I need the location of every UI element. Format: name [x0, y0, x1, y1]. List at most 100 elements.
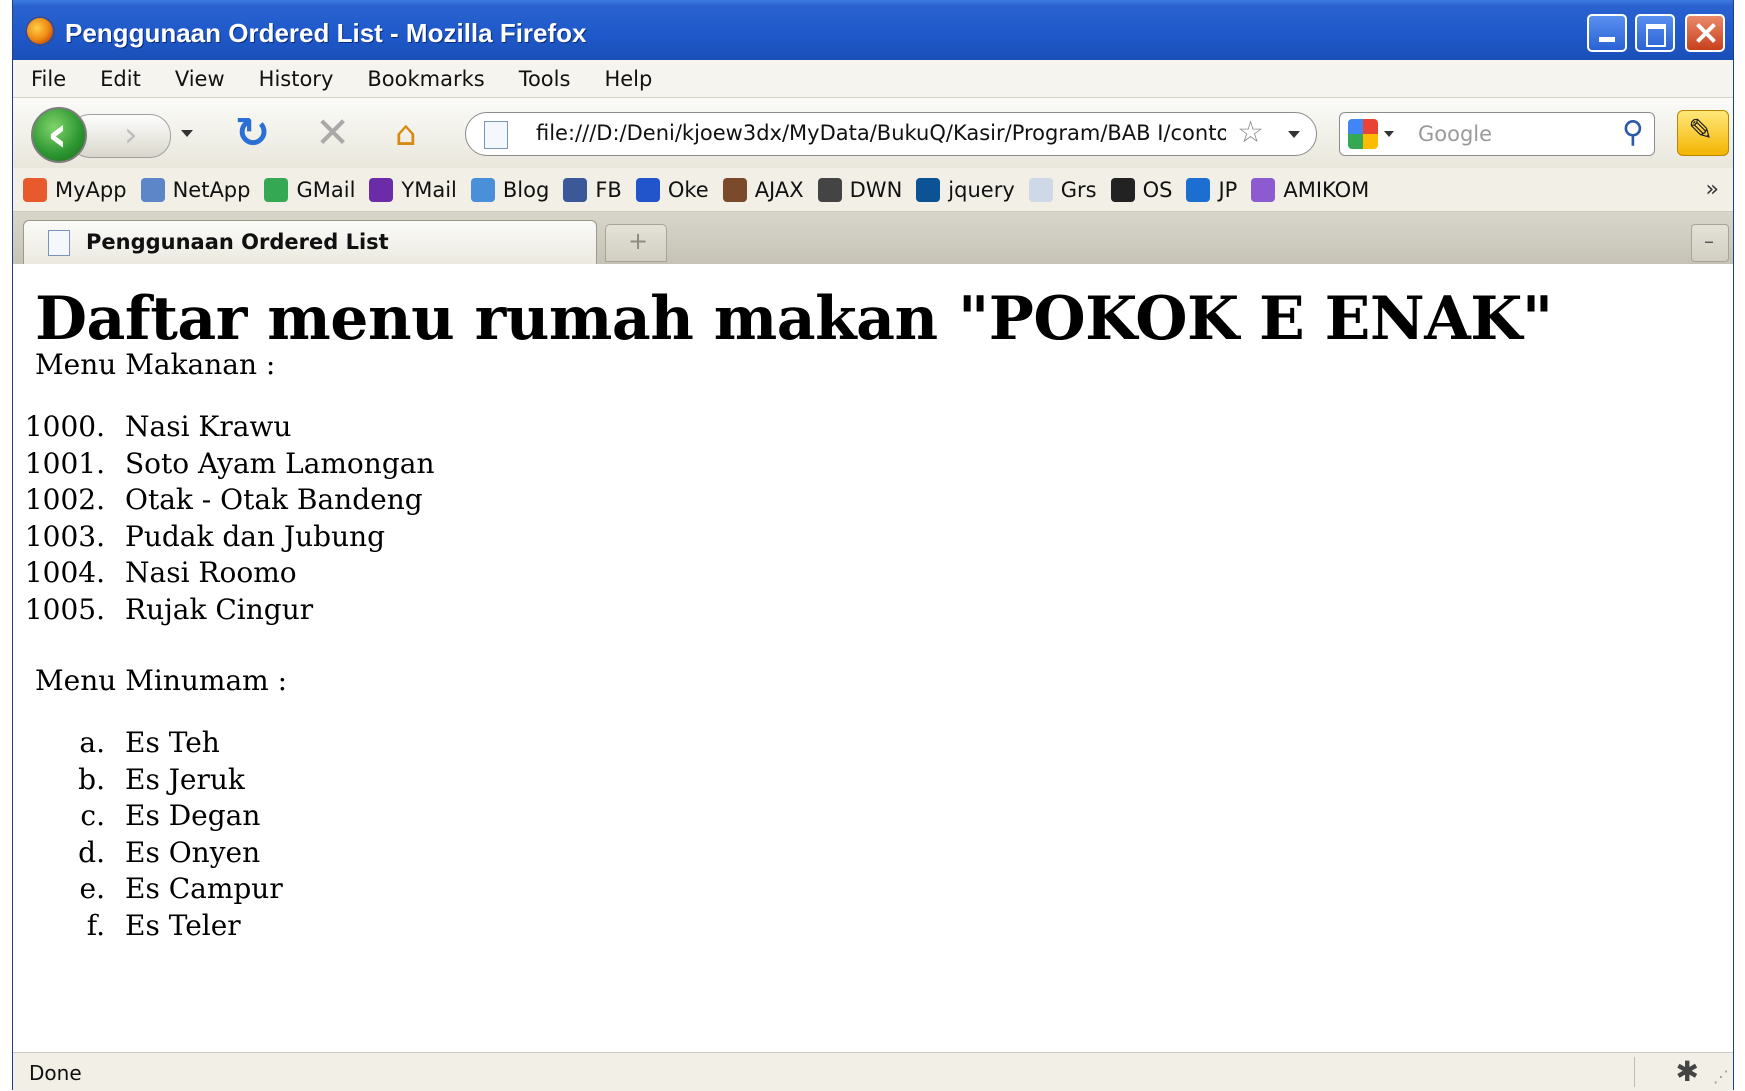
bookmark-ajax[interactable]: AJAX [722, 177, 804, 202]
bookmark-star-icon[interactable]: ☆ [1237, 115, 1264, 150]
minimize-button[interactable] [1587, 14, 1627, 52]
list-marker: 1002. [24, 483, 105, 516]
tab-bar: Penggunaan Ordered List [13, 212, 1733, 265]
menu-history[interactable]: History [259, 67, 334, 91]
jquery-icon [916, 177, 941, 202]
grs-icon [1028, 177, 1053, 202]
bookmark-fb[interactable]: FB [563, 177, 622, 202]
bookmark-netapp[interactable]: NetApp [140, 177, 251, 202]
google-icon[interactable] [1348, 119, 1378, 149]
browser-window: Penggunaan Ordered List - Mozilla Firefo… [12, 0, 1734, 1091]
list-item-text: Es Jeruk [125, 762, 245, 796]
ajax-icon [722, 177, 747, 202]
list-marker: b. [78, 762, 105, 796]
reload-icon[interactable]: ↻ [235, 108, 270, 157]
os-icon [1110, 177, 1135, 202]
search-engine-dropdown-icon[interactable] [1384, 131, 1394, 137]
bookmark-label: AJAX [754, 177, 804, 202]
gmail-icon [264, 177, 289, 202]
page-content: Daftar menu rumah makan "POKOK E ENAK" M… [13, 264, 1733, 1052]
tab-page-icon [48, 230, 70, 256]
list-marker: d. [78, 835, 105, 869]
bookmark-dwn[interactable]: DWN [817, 177, 903, 202]
fb-icon [563, 177, 588, 202]
menu-file[interactable]: File [31, 67, 66, 91]
new-tab-button[interactable] [605, 224, 667, 262]
bookmark-oke[interactable]: Oke [635, 177, 709, 202]
list-marker: 1000. [24, 410, 105, 443]
bookmark-label: jquery [948, 177, 1015, 202]
status-text: Done [29, 1061, 82, 1085]
search-placeholder[interactable]: Google [1418, 122, 1492, 146]
address-bar[interactable]: file:///D:/Deni/kjoew3dx/MyData/BukuQ/Ka… [465, 112, 1317, 156]
list-marker: 1005. [24, 592, 105, 626]
bookmark-amikom[interactable]: AMIKOM [1251, 177, 1369, 202]
bookmark-label: JP [1218, 177, 1238, 202]
firebug-icon[interactable]: ✱ [1676, 1055, 1699, 1088]
bookmark-label: MyApp [55, 177, 127, 202]
list-marker: 1003. [24, 519, 105, 553]
list-marker: 1004. [24, 556, 105, 589]
url-dropdown-icon[interactable] [1288, 131, 1300, 138]
oke-icon [635, 177, 660, 202]
jp-icon [1186, 177, 1211, 202]
firefox-icon [25, 16, 55, 46]
food-menu-label: Menu Makanan : [35, 348, 276, 381]
list-marker: e. [79, 872, 105, 905]
list-marker: a. [79, 726, 105, 759]
menu-tools[interactable]: Tools [519, 67, 571, 91]
menu-bar: File Edit View History Bookmarks Tools H… [13, 60, 1733, 98]
bookmark-myapp[interactable]: MyApp [23, 177, 127, 202]
menu-view[interactable]: View [175, 67, 225, 91]
highlighter-icon[interactable] [1677, 110, 1729, 156]
navigation-toolbar: ↻ ✕ ⌂ file:///D:/Deni/kjoew3dx/MyData/Bu… [13, 98, 1733, 169]
url-text[interactable]: file:///D:/Deni/kjoew3dx/MyData/BukuQ/Ka… [536, 121, 1226, 145]
search-icon[interactable]: ⚲ [1622, 115, 1644, 150]
search-box[interactable]: Google ⚲ [1339, 112, 1655, 156]
list-item-text: Nasi Roomo [125, 556, 297, 589]
tab-label[interactable]: Penggunaan Ordered List [86, 230, 389, 254]
list-item-text: Nasi Krawu [125, 410, 292, 443]
netapp-icon [140, 177, 165, 202]
list-marker: 1001. [24, 446, 105, 480]
close-button[interactable] [1685, 14, 1725, 52]
bookmarks-overflow-icon[interactable]: » [1706, 177, 1719, 202]
ymail-icon [369, 177, 394, 202]
list-marker: c. [80, 799, 105, 832]
list-item-text: Pudak dan Jubung [125, 519, 386, 553]
list-item-text: Es Degan [125, 799, 261, 832]
tab-active[interactable]: Penggunaan Ordered List [23, 220, 597, 264]
back-button[interactable] [31, 105, 87, 163]
history-dropdown-icon[interactable] [181, 130, 193, 137]
list-item-text: Es Teler [125, 908, 241, 942]
bookmark-os[interactable]: OS [1110, 177, 1172, 202]
bookmark-jp[interactable]: JP [1186, 177, 1238, 202]
blog-icon [470, 177, 495, 202]
myapp-icon [23, 177, 47, 202]
bookmark-ymail[interactable]: YMail [369, 177, 457, 202]
menu-bookmarks[interactable]: Bookmarks [367, 67, 484, 91]
bookmark-blog[interactable]: Blog [470, 177, 549, 202]
bookmark-label: DWN [849, 177, 903, 202]
bookmarks-toolbar: MyApp NetApp GMail YMail Blog FB Oke AJAX DWN jqu… [13, 168, 1733, 212]
list-item-text: Rujak Cingur [125, 592, 314, 626]
list-item-text: Soto Ayam Lamongan [125, 446, 435, 480]
bookmark-gmail[interactable]: GMail [264, 177, 356, 202]
bookmark-label: GMail [296, 177, 356, 202]
maximize-button[interactable] [1635, 14, 1675, 52]
bookmark-label: FB [595, 177, 622, 202]
page-icon [484, 121, 508, 149]
home-icon[interactable]: ⌂ [395, 114, 417, 154]
stop-icon[interactable]: ✕ [315, 108, 350, 157]
menu-help[interactable]: Help [604, 67, 652, 91]
title-bar[interactable]: Penggunaan Ordered List - Mozilla Firefo… [13, 0, 1733, 60]
resize-grip-icon[interactable]: ⋰ [1713, 1067, 1729, 1086]
bookmark-jquery[interactable]: jquery [916, 177, 1015, 202]
bookmark-grs[interactable]: Grs [1028, 177, 1097, 202]
status-divider [1634, 1057, 1635, 1087]
tab-list-button[interactable] [1691, 224, 1729, 262]
bookmark-label: Oke [667, 177, 709, 202]
list-item-text: Es Onyen [125, 835, 261, 869]
bookmark-label: NetApp [172, 177, 251, 202]
menu-edit[interactable]: Edit [100, 67, 141, 91]
